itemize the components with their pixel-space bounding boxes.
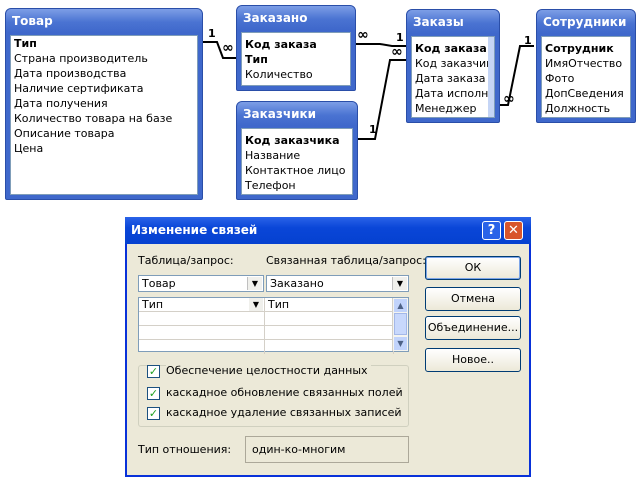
cancel-button[interactable]: Отмена <box>425 287 521 311</box>
table-window-sotrudniki[interactable]: Сотрудники Сотрудник ИмяОтчество Фото До… <box>536 9 636 123</box>
table-window-zakazano[interactable]: Заказано Код заказа Тип Количество <box>236 5 356 91</box>
field-item[interactable]: Контактное лицо <box>242 163 352 178</box>
dialog-title-bar[interactable]: Изменение связей ? ✕ <box>125 217 531 244</box>
field-item[interactable]: ИмяОтчество <box>542 56 630 71</box>
left-field-cell[interactable]: Тип ▼ <box>139 298 265 312</box>
table-query-value: Товар <box>142 277 176 290</box>
rel-marker-many: ∞ <box>357 27 369 43</box>
grid-cell[interactable] <box>265 312 394 326</box>
field-mapping-grid[interactable]: Тип ▼ Тип ▲ ▼ <box>138 297 409 354</box>
table-title[interactable]: Заказчики <box>237 102 357 126</box>
field-item[interactable]: Страна производитель <box>11 51 197 66</box>
help-button[interactable]: ? <box>482 221 501 240</box>
integrity-group: ✓ Обеспечение целостности данных ✓ каска… <box>138 364 409 427</box>
field-item[interactable]: Тип <box>11 36 197 51</box>
integrity-checkbox[interactable]: ✓ <box>147 365 160 378</box>
cascade-delete-label[interactable]: каскадное удаление связанных записей <box>166 406 402 419</box>
field-item[interactable]: Должность <box>542 101 630 116</box>
grid-cell[interactable] <box>265 326 394 340</box>
dropdown-arrow-icon[interactable]: ▼ <box>247 277 262 290</box>
dialog-title: Изменение связей <box>131 223 258 237</box>
help-icon: ? <box>487 223 496 238</box>
relationship-type-value: один-ко-многим <box>245 436 409 463</box>
rel-line-zakazchiki-zakazy <box>357 59 408 140</box>
table-query-select[interactable]: Товар ▼ <box>138 275 264 292</box>
field-list[interactable]: Код заказа Код заказчика Дата заказа Дат… <box>411 36 495 118</box>
field-item[interactable]: Дата производства <box>11 66 197 81</box>
cascade-update-checkbox[interactable]: ✓ <box>147 387 160 400</box>
rel-marker-one: 1 <box>524 34 532 47</box>
field-item[interactable]: Дата исполнени <box>412 86 494 101</box>
field-list[interactable]: Код заказа Тип Количество <box>241 32 351 86</box>
field-item[interactable]: Название <box>242 148 352 163</box>
grid-cell[interactable] <box>139 340 265 354</box>
grid-scrollbar[interactable]: ▲ ▼ <box>392 298 408 351</box>
field-item[interactable]: ДопСведения <box>542 86 630 101</box>
field-item[interactable]: Описание товара <box>11 126 197 141</box>
field-item[interactable]: Фото <box>542 71 630 86</box>
field-item[interactable]: Менеджер <box>412 101 494 116</box>
cascade-delete-checkbox[interactable]: ✓ <box>147 407 160 420</box>
close-button[interactable]: ✕ <box>504 221 523 240</box>
table-window-tovar[interactable]: Товар Тип Страна производитель Дата прои… <box>5 8 203 200</box>
rel-marker-many: ∞ <box>222 40 234 56</box>
field-item[interactable]: Цена <box>11 141 197 156</box>
table-title[interactable]: Заказы <box>407 10 499 34</box>
field-item[interactable]: Сотрудник <box>542 37 630 56</box>
field-item[interactable]: Код заказа <box>242 33 350 52</box>
right-field-value: Тип <box>268 298 290 311</box>
scrollbar[interactable] <box>488 37 494 117</box>
join-type-button[interactable]: Объединение... <box>425 316 521 340</box>
field-item[interactable]: Дата заказа <box>412 71 494 86</box>
relationship-type-label: Тип отношения: <box>138 443 232 456</box>
field-list[interactable]: Тип Страна производитель Дата производст… <box>10 35 198 195</box>
left-field-value: Тип <box>142 298 164 311</box>
table-title[interactable]: Заказано <box>237 6 355 30</box>
field-item[interactable]: Количество товара на базе <box>11 111 197 126</box>
scroll-down-icon[interactable]: ▼ <box>394 337 407 350</box>
field-item[interactable]: Тип <box>242 52 350 67</box>
field-item[interactable]: Код заказа <box>412 37 494 56</box>
grid-cell[interactable] <box>265 340 394 354</box>
grid-cell[interactable] <box>139 326 265 340</box>
ok-button[interactable]: ОК <box>425 256 521 280</box>
field-item[interactable]: Код заказчика <box>242 129 352 148</box>
table-title[interactable]: Сотрудники <box>537 10 635 34</box>
dropdown-arrow-icon[interactable]: ▼ <box>249 298 263 311</box>
field-list[interactable]: Код заказчика Название Контактное лицо Т… <box>241 128 353 195</box>
field-item[interactable]: Количество <box>242 67 350 82</box>
related-table-label: Связанная таблица/запрос: <box>266 254 426 267</box>
create-new-button[interactable]: Новое.. <box>425 348 521 372</box>
field-list[interactable]: Сотрудник ИмяОтчество Фото ДопСведения Д… <box>541 36 631 118</box>
table-title[interactable]: Товар <box>6 9 202 33</box>
field-item[interactable]: Наличие сертификата <box>11 81 197 96</box>
table-query-label: Таблица/запрос: <box>138 254 234 267</box>
field-item[interactable]: Телефон <box>242 178 352 193</box>
integrity-label[interactable]: Обеспечение целостности данных <box>166 364 371 377</box>
field-item[interactable]: Дата получения <box>11 96 197 111</box>
related-table-select[interactable]: Заказано ▼ <box>266 275 409 292</box>
rel-marker-one: 1 <box>208 27 216 40</box>
related-table-value: Заказано <box>270 277 324 290</box>
cascade-update-label[interactable]: каскадное обновление связанных полей <box>166 386 403 399</box>
scroll-up-icon[interactable]: ▲ <box>394 299 407 312</box>
rel-marker-many: ∞ <box>391 44 403 60</box>
table-window-zakazy[interactable]: Заказы Код заказа Код заказчика Дата зак… <box>406 9 500 123</box>
rel-marker-one: 1 <box>396 31 404 44</box>
scroll-thumb[interactable] <box>394 313 407 335</box>
dropdown-arrow-icon[interactable]: ▼ <box>392 277 407 290</box>
edit-relationships-dialog: Изменение связей ? ✕ Таблица/запрос: Свя… <box>125 217 531 477</box>
field-item[interactable]: Код заказчика <box>412 56 494 71</box>
rel-marker-many: ∞ <box>503 91 515 107</box>
right-field-cell[interactable]: Тип <box>265 298 394 312</box>
rel-marker-one: 1 <box>369 123 377 136</box>
grid-cell[interactable] <box>139 312 265 326</box>
table-window-zakazchiki[interactable]: Заказчики Код заказчика Название Контакт… <box>236 101 358 200</box>
close-icon: ✕ <box>508 223 519 238</box>
